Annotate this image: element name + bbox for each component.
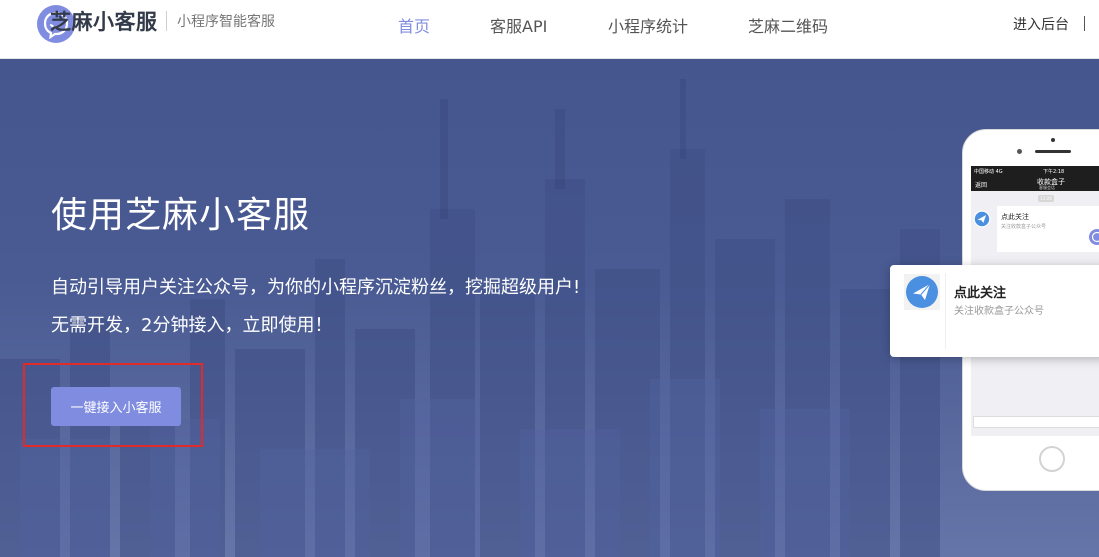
paper-plane-icon xyxy=(973,210,991,228)
hero-title: 使用芝麻小客服 xyxy=(51,195,311,236)
popup-subtitle: 关注收款盒子公众号 xyxy=(954,306,1044,317)
brand-name: 芝麻小客服 xyxy=(50,10,158,34)
top-navbar: 芝麻小客服 小程序智能客服 首页 客服API 小程序统计 芝麻二维码 进入后台 xyxy=(0,0,1099,59)
phone-chat-subtitle: 客服会话 xyxy=(1039,185,1055,190)
nav-service-api[interactable]: 客服API xyxy=(490,13,547,37)
phone-home-button xyxy=(1039,446,1065,472)
nav-home[interactable]: 首页 xyxy=(398,13,430,37)
phone-card-subtitle: 关注收款盒子公众号 xyxy=(1001,224,1047,230)
status-carrier: 中国移动 4G xyxy=(974,169,1003,175)
status-time: 下午2:18 xyxy=(1043,169,1065,175)
phone-input-bar xyxy=(973,416,1099,428)
nav-mini-program-stats[interactable]: 小程序统计 xyxy=(608,13,688,37)
hero-banner: 使用芝麻小客服 自动引导用户关注公众号，为你的小程序沉淀粉丝，挖掘超级用户! 无… xyxy=(0,59,1099,557)
one-click-connect-button[interactable]: 一键接入小客服 xyxy=(51,387,181,426)
phone-back-button[interactable]: 返回 xyxy=(975,180,987,189)
chat-time-chip: 13:26 xyxy=(1038,195,1054,202)
hero-description-line1: 自动引导用户关注公众号，为你的小程序沉淀粉丝，挖掘超级用户! xyxy=(51,277,581,298)
phone-card-title: 点此关注 xyxy=(1001,213,1029,221)
brand-divider xyxy=(166,11,167,31)
user-avatar-icon xyxy=(1087,227,1099,247)
brand-tagline: 小程序智能客服 xyxy=(177,14,275,30)
phone-sensor-dot xyxy=(1051,138,1055,142)
popup-title: 点此关注 xyxy=(954,286,1007,301)
follow-popup-card[interactable]: 点此关注 关注收款盒子公众号 xyxy=(890,265,1099,357)
paper-plane-icon xyxy=(904,274,940,310)
phone-nav-bar: 返回 收款盒子 客服会话 xyxy=(971,176,1099,191)
nav-zhima-qrcode[interactable]: 芝麻二维码 xyxy=(748,13,828,37)
phone-speaker xyxy=(1035,150,1071,153)
phone-camera xyxy=(1017,149,1022,154)
header-separator xyxy=(1084,16,1085,31)
phone-status-bar: 中国移动 4G 下午2:18 xyxy=(971,166,1099,176)
phone-follow-card[interactable]: 点此关注 关注收款盒子公众号 xyxy=(997,206,1099,252)
enter-dashboard-link[interactable]: 进入后台 xyxy=(1013,14,1069,34)
hero-description-line2: 无需开发，2分钟接入，立即使用！ xyxy=(51,315,333,336)
